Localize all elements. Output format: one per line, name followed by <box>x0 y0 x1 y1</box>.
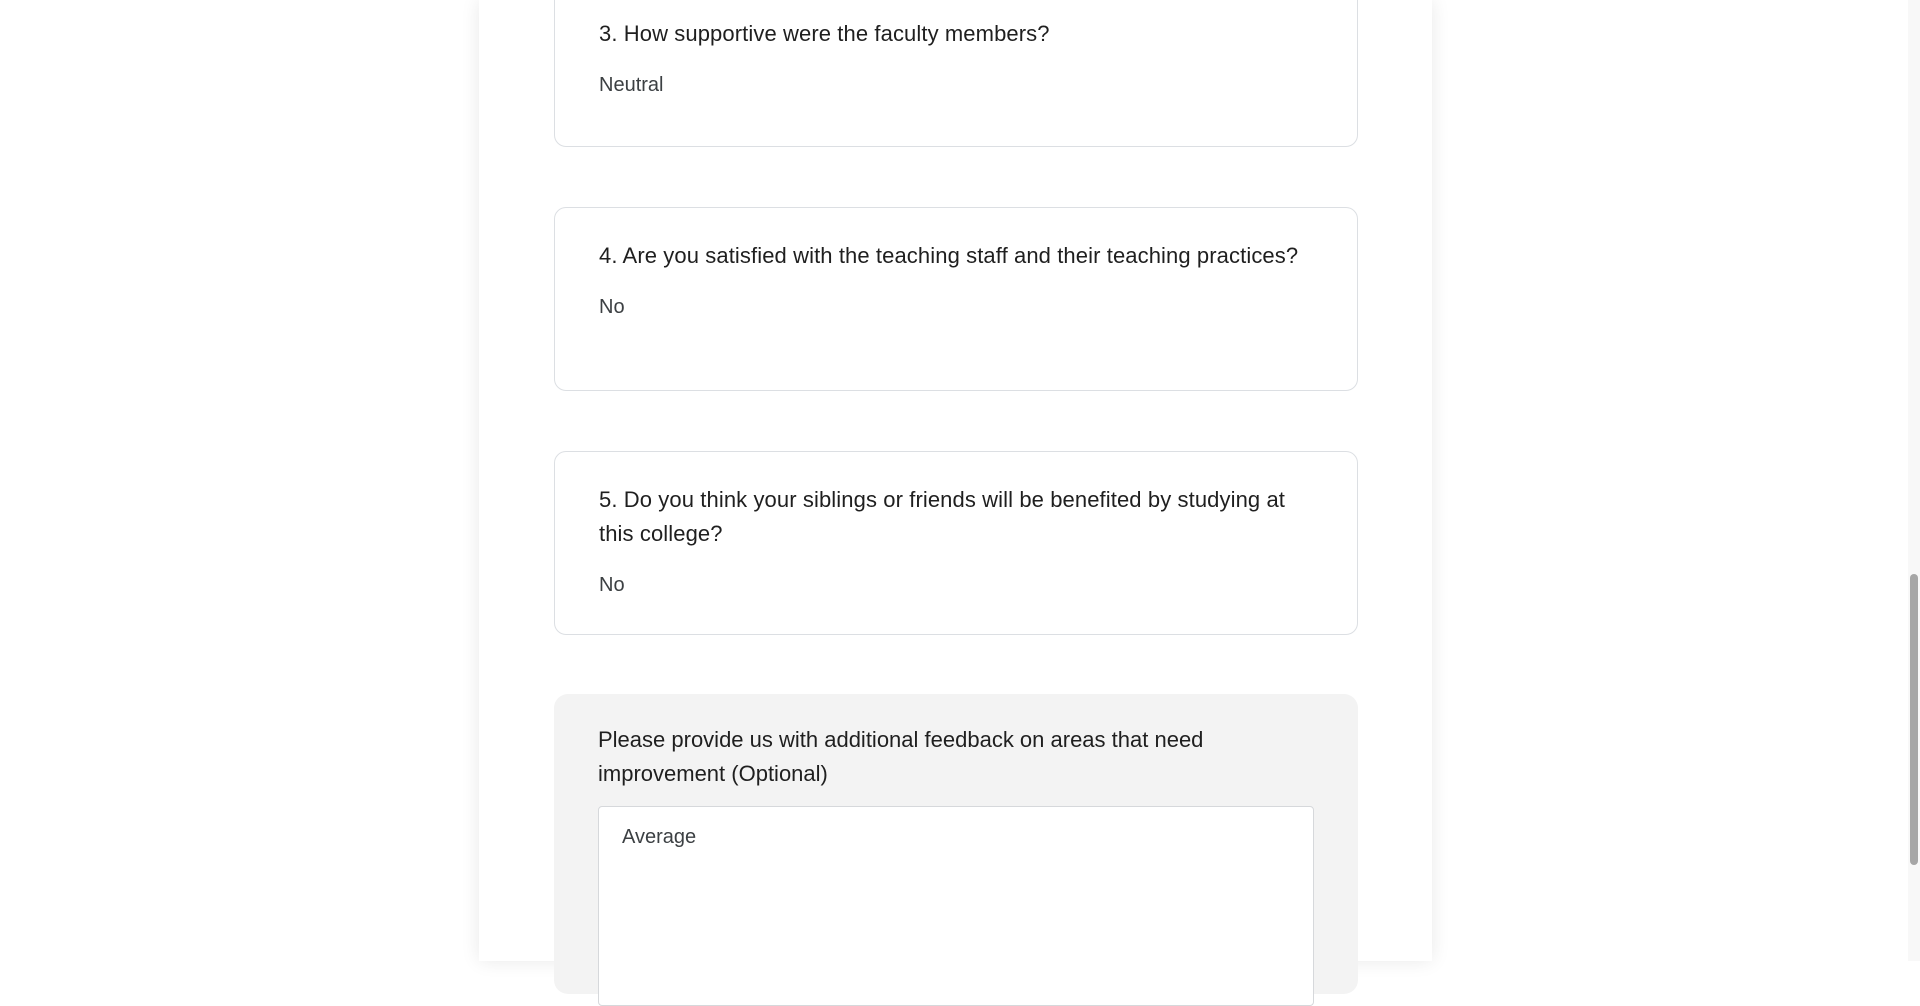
answer-text: No <box>599 296 625 318</box>
scrollbar-thumb[interactable] <box>1910 574 1918 865</box>
scrollbar-track[interactable] <box>1908 0 1920 961</box>
feedback-label: Please provide us with additional feedba… <box>598 727 1204 786</box>
question-card-3: 3. How supportive were the faculty membe… <box>554 0 1358 147</box>
question-text: 3. How supportive were the faculty membe… <box>599 21 1050 46</box>
form-container: 3. How supportive were the faculty membe… <box>479 0 1432 1006</box>
question-text: 4. Are you satisfied with the teaching s… <box>599 243 1299 268</box>
feedback-textarea[interactable]: Average <box>598 806 1314 1006</box>
answer-text: No <box>599 574 625 596</box>
feedback-card: Please provide us with additional feedba… <box>554 694 1358 1006</box>
question-card-4: 4. Are you satisfied with the teaching s… <box>554 207 1358 391</box>
answer-text: Neutral <box>599 74 664 96</box>
question-card-5: 5. Do you think your siblings or friends… <box>554 451 1358 635</box>
question-text: 5. Do you think your siblings or friends… <box>599 487 1286 546</box>
